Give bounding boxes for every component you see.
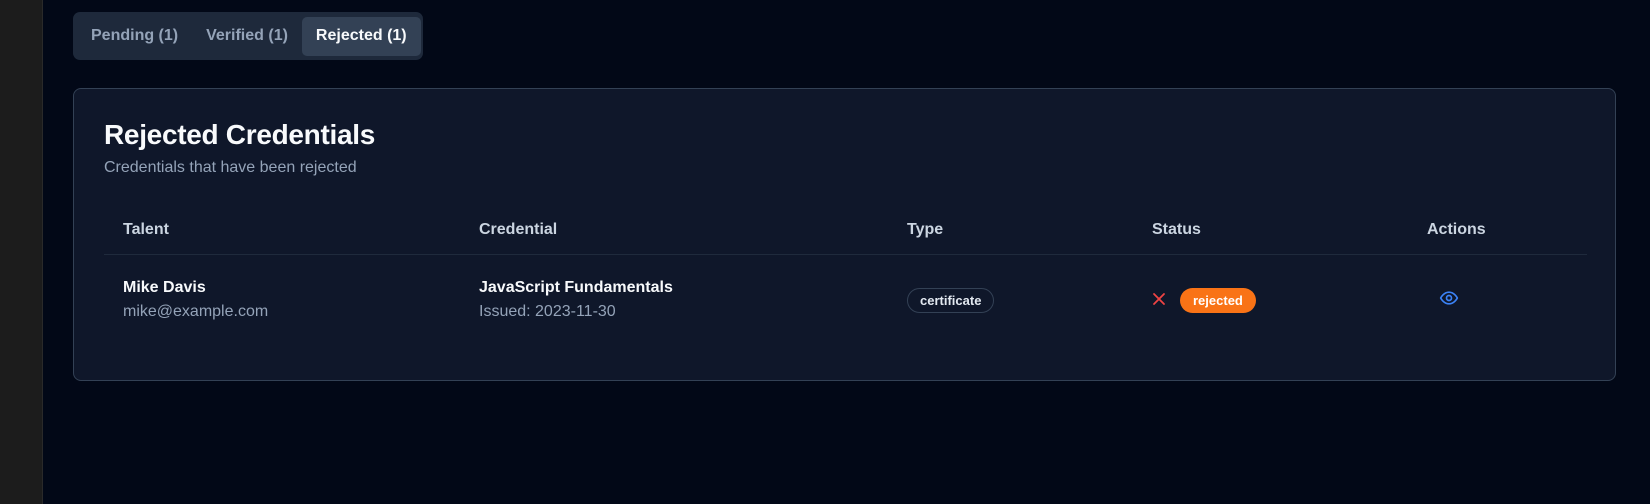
credential-name: JavaScript Fundamentals [479,279,673,296]
credential-issued: Issued: 2023-11-30 [479,303,616,320]
header-status: Status [1152,220,1201,238]
card-title: Rejected Credentials [104,119,375,150]
card-subtitle: Credentials that have been rejected [104,159,357,176]
talent-cell: Mike Davis mike@example.com [123,279,268,321]
tab-rejected[interactable]: Rejected (1) [301,16,421,56]
tab-list: Pending (1) Verified (1) Rejected (1) [73,12,423,60]
header-credential: Credential [479,220,558,238]
rejected-credentials-card: Rejected Credentials Credentials that ha… [73,88,1616,381]
tab-verified[interactable]: Verified (1) [192,17,302,56]
type-badge: certificate [907,287,995,313]
header-talent: Talent [123,220,169,238]
tab-pending[interactable]: Pending (1) [77,17,192,56]
left-rail [0,0,43,504]
header-actions: Actions [1427,220,1486,238]
talent-email: mike@example.com [123,303,269,320]
credential-cell: JavaScript Fundamentals Issued: 2023-11-… [479,279,673,321]
x-icon [1152,290,1168,310]
eye-icon[interactable] [1439,288,1461,310]
table-header: Talent Credential Type Status Actions [104,205,1587,255]
header-type: Type [907,220,944,238]
actions-cell [1427,288,1461,313]
table-row: Mike Davis mike@example.com JavaScript F… [104,255,1587,345]
type-cell: certificate [907,287,995,313]
status-cell: rejected [1152,287,1256,313]
talent-name: Mike Davis [123,279,206,296]
main-content: Pending (1) Verified (1) Rejected (1) Re… [43,0,1650,504]
status-badge: rejected [1180,287,1256,313]
credentials-table: Talent Credential Type Status Actions Mi… [104,205,1587,345]
